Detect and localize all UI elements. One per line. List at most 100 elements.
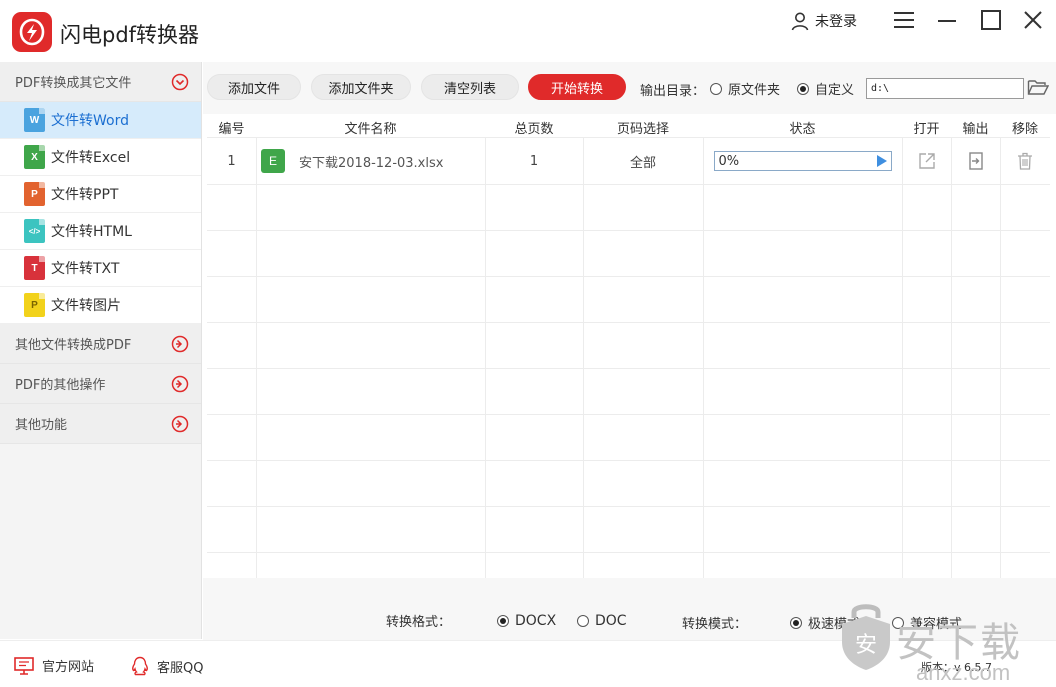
sidebar-item-to-ppt[interactable]: P 文件转PPT [0, 176, 201, 213]
row-page-range[interactable]: 全部 [583, 138, 703, 184]
grid-line [207, 552, 1050, 553]
remove-file-button[interactable] [1000, 138, 1050, 184]
start-convert-button[interactable]: 开始转换 [528, 74, 626, 100]
row-index: 1 [227, 153, 236, 169]
grid-line [207, 368, 1050, 369]
chevron-down-circle-icon [171, 73, 189, 90]
version-label: 版本：v 6.5.7 [921, 661, 992, 674]
grid-line [207, 230, 1050, 231]
sidebar-group-other-to-pdf[interactable]: 其他文件转换成PDF [0, 324, 201, 364]
mode-compat-label: 兼容模式 [910, 617, 963, 632]
excel-file-icon: X [24, 145, 45, 169]
progress-bar: 0% [713, 151, 892, 171]
radio-icon [710, 82, 722, 95]
sidebar-item-to-excel[interactable]: X 文件转Excel [0, 139, 201, 176]
maximize-icon [981, 10, 1001, 30]
header-range: 页码选择 [616, 122, 669, 137]
output-file-button[interactable] [951, 138, 1000, 184]
chevron-right-circle-icon [171, 335, 189, 352]
header-status: 状态 [789, 122, 816, 137]
excel-file-icon: E [261, 149, 285, 173]
header-index: 编号 [218, 122, 245, 137]
table-header: 编号 文件名称 总页数 页码选择 状态 打开 输出 移除 [207, 114, 1050, 138]
play-icon[interactable] [876, 155, 887, 167]
mode-compat-radio[interactable]: 兼容模式 [892, 613, 962, 632]
sidebar-group-label: 其他功能 [15, 418, 68, 433]
file-table: 编号 文件名称 总页数 页码选择 状态 打开 输出 移除 1 E 安下载2018… [207, 114, 1050, 578]
output-dir-label: 输出目录： [640, 84, 706, 99]
grid-line [902, 138, 903, 578]
row-pages: 1 [529, 153, 539, 169]
progress-percent: 0% [718, 153, 740, 169]
header-pages: 总页数 [514, 122, 554, 137]
sidebar-item-to-word[interactable]: W 文件转Word [0, 102, 201, 139]
html-file-icon: </> [24, 219, 45, 243]
grid-line [207, 276, 1050, 277]
output-custom-radio[interactable]: 自定义 [797, 79, 854, 98]
sidebar-item-label: 文件转TXT [51, 261, 120, 277]
sidebar-item-label: 文件转Word [51, 113, 129, 129]
grid-line [1000, 138, 1001, 578]
sidebar-item-label: 文件转Excel [51, 150, 131, 166]
menu-button[interactable] [891, 8, 917, 32]
output-custom-label: 自定义 [815, 83, 855, 98]
image-file-icon: P [24, 293, 45, 317]
sidebar-group-label: PDF的其他操作 [15, 378, 106, 393]
output-original-label: 原文件夹 [728, 83, 781, 98]
sidebar-item-to-html[interactable]: </> 文件转HTML [0, 213, 201, 250]
qq-label: 客服QQ [157, 660, 204, 676]
clear-list-button[interactable]: 清空列表 [421, 74, 519, 100]
grid-line [485, 138, 486, 578]
sidebar-group-pdf-to-other[interactable]: PDF转换成其它文件 [0, 62, 201, 102]
minimize-icon [938, 20, 956, 22]
chevron-right-circle-icon [171, 415, 189, 432]
output-path-input[interactable] [866, 78, 1024, 99]
title-bar: 闪电pdf转换器 未登录 [0, 0, 1056, 62]
ppt-file-icon: P [24, 182, 45, 206]
sidebar-item-label: 文件转图片 [51, 298, 121, 314]
sidebar-item-to-txt[interactable]: T 文件转TXT [0, 250, 201, 287]
row-file-name: 安下载2018-12-03.xlsx [299, 155, 444, 171]
sidebar-item-label: 文件转HTML [51, 224, 132, 240]
conversion-options: 转换格式： DOCX DOC 转换模式： 极速模式 兼容模式 [203, 578, 1056, 640]
grid-line [207, 414, 1050, 415]
maximize-button[interactable] [978, 8, 1004, 32]
sidebar-group-other-functions[interactable]: 其他功能 [0, 404, 201, 444]
website-label: 官方网站 [42, 660, 95, 675]
grid-line [207, 506, 1050, 507]
radio-icon [577, 615, 589, 627]
minimize-button[interactable] [934, 8, 960, 32]
grid-line [207, 184, 1050, 185]
format-label: 转换格式： [386, 615, 452, 630]
mode-fast-label: 极速模式 [808, 617, 861, 632]
sidebar-item-to-image[interactable]: P 文件转图片 [0, 287, 201, 324]
open-file-button[interactable] [902, 138, 951, 184]
mode-label: 转换模式： [682, 617, 748, 632]
app-title: 闪电pdf转换器 [60, 23, 200, 47]
format-docx-radio[interactable]: DOCX [497, 613, 556, 629]
close-icon [1024, 11, 1042, 29]
mode-fast-radio[interactable]: 极速模式 [790, 613, 860, 632]
official-website-link[interactable]: 官方网站 [14, 656, 94, 675]
user-icon [791, 12, 809, 31]
sidebar-group-label: 其他文件转换成PDF [15, 338, 132, 353]
grid-line [583, 138, 584, 578]
toolbar: 添加文件 添加文件夹 清空列表 开始转换 输出目录： 原文件夹 自定义 [203, 62, 1056, 114]
header-remove: 移除 [1011, 122, 1038, 137]
sidebar-items: W 文件转Word X 文件转Excel P 文件转PPT </> 文件转HTM… [0, 102, 201, 324]
chevron-right-circle-icon [171, 375, 189, 392]
format-doc-radio[interactable]: DOC [577, 613, 627, 629]
output-original-radio[interactable]: 原文件夹 [710, 79, 780, 98]
sidebar-group-pdf-other-ops[interactable]: PDF的其他操作 [0, 364, 201, 404]
add-folder-button[interactable]: 添加文件夹 [311, 74, 411, 100]
customer-service-qq-link[interactable]: 客服QQ [131, 656, 203, 676]
login-button[interactable]: 未登录 [790, 9, 857, 33]
close-button[interactable] [1020, 8, 1046, 32]
add-file-button[interactable]: 添加文件 [207, 74, 301, 100]
format-doc-label: DOC [595, 613, 627, 629]
app-logo-icon [12, 12, 52, 52]
browse-folder-button[interactable] [1027, 77, 1050, 97]
footer: 官方网站 客服QQ 版本：v 6.5.7 [0, 640, 1056, 687]
monitor-icon [14, 656, 34, 675]
login-status: 未登录 [815, 14, 857, 30]
